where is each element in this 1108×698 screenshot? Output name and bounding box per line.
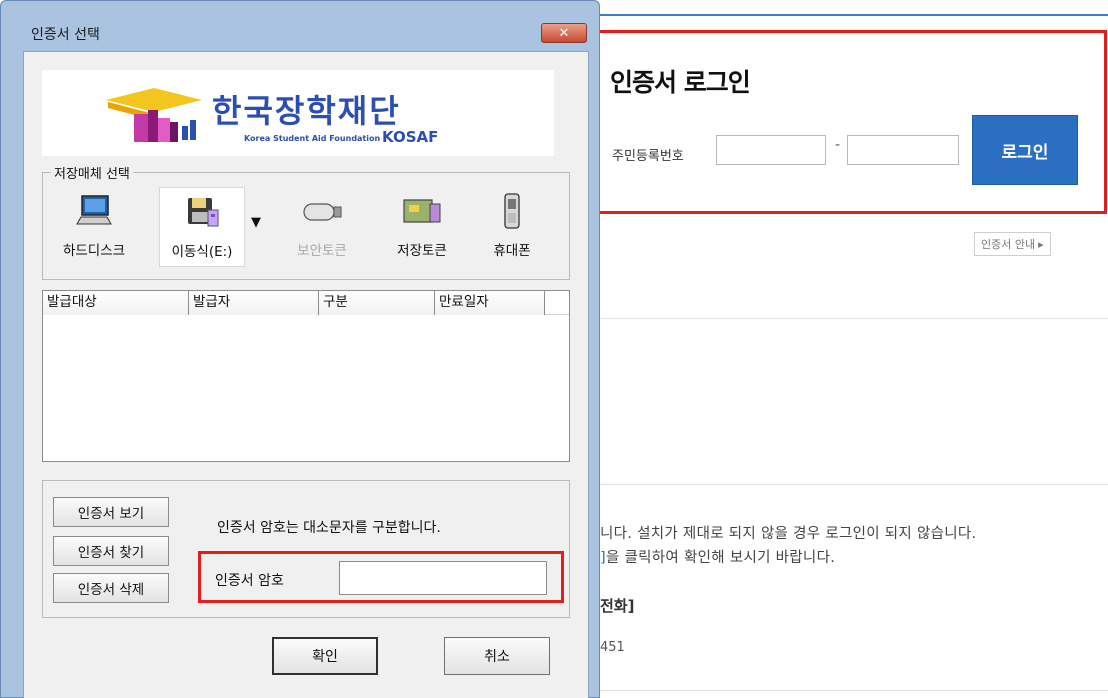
media-label: 보안토큰 bbox=[297, 243, 347, 259]
view-cert-button[interactable]: 인증서 보기 bbox=[53, 497, 169, 527]
logo-korean-name: 한국장학재단 bbox=[212, 92, 401, 130]
phone-number-fragment: 451 bbox=[600, 640, 625, 655]
media-label: 이동식(E:) bbox=[171, 244, 233, 260]
media-security-token[interactable]: 보안토큰 bbox=[279, 187, 365, 267]
close-icon: ✕ bbox=[558, 25, 570, 41]
install-notice: 니다. 설치가 제대로 되지 않을 경우 로그인이 되지 않습니다. bbox=[600, 526, 977, 542]
media-removable[interactable]: 이동식(E:) bbox=[159, 187, 245, 267]
certificate-list-header: 발급대상 발급자 구분 만료일자 bbox=[43, 291, 569, 315]
certificate-list[interactable]: 발급대상 발급자 구분 만료일자 bbox=[42, 290, 570, 462]
media-storage-token[interactable]: 저장토큰 bbox=[379, 187, 465, 267]
rrn-first-input[interactable] bbox=[716, 135, 826, 165]
screen: 인증서 로그인 주민등록번호 - 로그인 인증서 안내 ▸ 니다. 설치가 제대… bbox=[0, 0, 1108, 698]
phone-heading-fragment: 전화] bbox=[600, 597, 635, 615]
storage-token-icon bbox=[403, 199, 441, 223]
ok-button[interactable]: 확인 bbox=[272, 637, 378, 675]
cert-select-dialog: 인증서 선택 ✕ 한국장학재단 Korea Student Aid Founda… bbox=[0, 0, 600, 698]
hard-disk-icon bbox=[76, 195, 112, 225]
password-group: 인증서 보기 인증서 찾기 인증서 삭제 인증서 암호는 대소문자를 구분합니다… bbox=[42, 480, 570, 618]
cert-guide-label: 인증서 안내 bbox=[981, 238, 1036, 251]
column-type[interactable]: 구분 bbox=[319, 291, 435, 315]
rrn-second-input[interactable] bbox=[847, 135, 959, 165]
login-button[interactable]: 로그인 bbox=[972, 115, 1078, 185]
media-hard-disk[interactable]: 하드디스크 bbox=[51, 187, 137, 267]
storage-media-legend: 저장매체 선택 bbox=[51, 163, 133, 182]
web-page: 인증서 로그인 주민등록번호 - 로그인 인증서 안내 ▸ 니다. 설치가 제대… bbox=[595, 0, 1108, 698]
media-label: 저장토큰 bbox=[397, 243, 447, 259]
password-hint: 인증서 암호는 대소문자를 구분합니다. bbox=[217, 520, 441, 536]
rrn-dash: - bbox=[835, 137, 841, 153]
dialog-titlebar[interactable]: 인증서 선택 ✕ bbox=[1, 1, 599, 43]
password-label: 인증서 암호 bbox=[215, 573, 284, 589]
media-label: 하드디스크 bbox=[62, 243, 126, 259]
media-label: 휴대폰 bbox=[493, 243, 531, 259]
chevron-right-icon: ▸ bbox=[1038, 237, 1044, 251]
divider bbox=[600, 484, 1108, 485]
check-notice: ]을 클릭하여 확인해 보시기 바랍니다. bbox=[600, 546, 835, 567]
column-expiry[interactable]: 만료일자 bbox=[435, 291, 545, 315]
web-top-border bbox=[600, 14, 1108, 16]
logo-kosaf: KOSAF bbox=[382, 128, 439, 146]
chevron-down-icon[interactable]: ▼ bbox=[251, 215, 261, 230]
dialog-title: 인증서 선택 bbox=[31, 27, 100, 43]
cert-guide-button[interactable]: 인증서 안내 ▸ bbox=[974, 232, 1051, 256]
removable-drive-icon bbox=[188, 198, 219, 227]
dialog-client-area: 한국장학재단 Korea Student Aid Foundation KOSA… bbox=[23, 51, 589, 698]
login-highlight-box: 인증서 로그인 주민등록번호 - 로그인 bbox=[595, 30, 1107, 214]
column-issuer[interactable]: 발급자 bbox=[189, 291, 319, 315]
divider bbox=[600, 690, 1108, 691]
security-token-icon bbox=[303, 203, 342, 221]
delete-cert-button[interactable]: 인증서 삭제 bbox=[53, 573, 169, 603]
cancel-button[interactable]: 취소 bbox=[444, 637, 550, 675]
password-input[interactable] bbox=[339, 561, 547, 595]
login-title: 인증서 로그인 bbox=[610, 68, 751, 97]
mobile-phone-icon bbox=[504, 193, 520, 229]
check-notice-text: 을 클릭하여 확인해 보시기 바랍니다. bbox=[605, 550, 836, 566]
storage-media-group: 저장매체 선택 하드디스크 이동식(E:) ▼ 보안토큰 저장토큰 휴대폰 bbox=[42, 163, 570, 280]
logo-english-name: Korea Student Aid Foundation bbox=[244, 134, 381, 143]
find-cert-button[interactable]: 인증서 찾기 bbox=[53, 536, 169, 566]
kosaf-logo: 한국장학재단 Korea Student Aid Foundation KOSA… bbox=[42, 70, 554, 156]
column-issued-to[interactable]: 발급대상 bbox=[43, 291, 189, 315]
rrn-label: 주민등록번호 bbox=[612, 149, 684, 164]
close-button[interactable]: ✕ bbox=[541, 23, 587, 43]
media-mobile-phone[interactable]: 휴대폰 bbox=[469, 187, 555, 267]
divider bbox=[600, 318, 1108, 319]
